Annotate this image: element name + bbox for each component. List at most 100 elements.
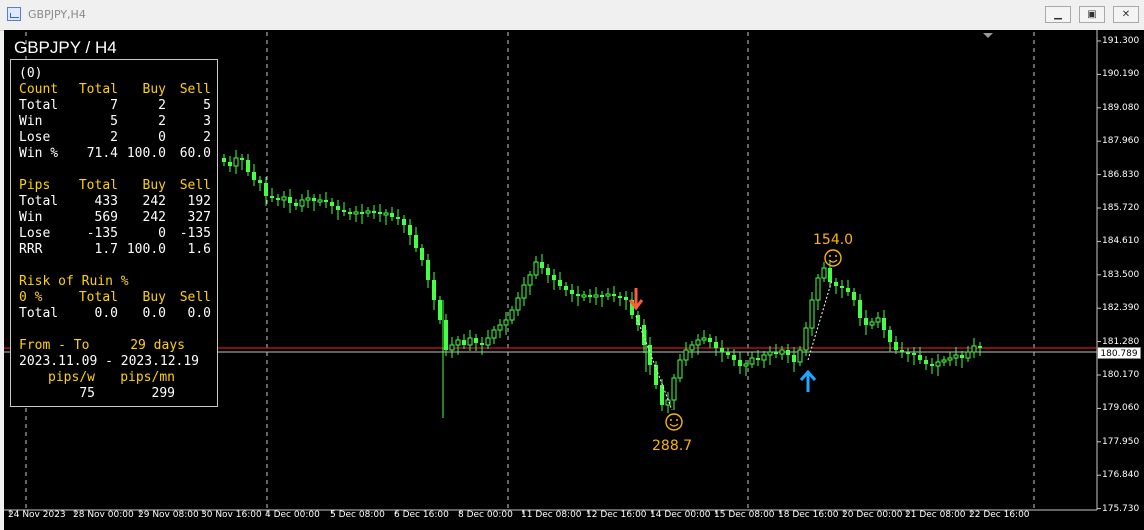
candle-body [497, 324, 503, 331]
risk-total-row: Total 0.0 0.0 0.0 [19, 306, 211, 321]
smiley-icon [665, 413, 683, 431]
candle-body [372, 211, 376, 213]
candle-body [852, 292, 856, 300]
stats-header: (0) [19, 66, 43, 81]
candle-body [912, 353, 916, 355]
candle-body [546, 268, 550, 275]
candle-body [761, 354, 767, 361]
candle-body [600, 295, 604, 297]
candle-body [875, 317, 881, 323]
candle-body [467, 337, 473, 346]
candle-body [552, 275, 556, 280]
candle-body [882, 318, 886, 330]
candle-body [720, 348, 724, 352]
price-axis-label: 179.060 [1102, 403, 1140, 414]
candle-body [348, 212, 352, 214]
candle-body [276, 198, 280, 200]
candle-body [408, 225, 412, 235]
pips-row: Win 569 242 327 [19, 210, 211, 225]
smiley-icon [828, 259, 838, 263]
price-axis-label: 186.830 [1102, 169, 1140, 180]
candle-body [288, 197, 292, 203]
candle-body [792, 355, 796, 362]
price-axis-label: 185.720 [1102, 203, 1140, 213]
time-axis-label: 11 Dec 08:00 [521, 510, 582, 520]
candle-body [317, 199, 323, 203]
sell-result-label: 288.7 [652, 438, 692, 454]
candle-body [240, 158, 244, 160]
candle-body [888, 330, 892, 342]
candle-body [558, 280, 562, 286]
pips-row: RRR 1.7 100.0 1.6 [19, 242, 211, 257]
candle-body [947, 357, 953, 361]
price-axis-label: 183.500 [1102, 269, 1140, 280]
candle-body [774, 352, 778, 354]
smiley-icon [829, 255, 831, 257]
count-row: Lose 2 0 2 [19, 130, 211, 145]
range-rate-labels: pips/w pips/mn [48, 370, 175, 385]
candle-body [420, 248, 424, 260]
candle-body [869, 321, 875, 326]
candle-body [930, 364, 934, 366]
candle-body [701, 337, 707, 341]
candle-body [281, 196, 287, 201]
candle-body [941, 359, 947, 363]
count-row: Win % 71.4 100.0 60.0 [19, 146, 211, 161]
candle-body [695, 339, 701, 346]
candle-body [444, 320, 448, 350]
range-rate-values: 75 299 [79, 386, 175, 401]
time-axis-label: 28 Nov 00:00 [73, 510, 134, 520]
pips-header-row: Pips Total Buy Sell [19, 178, 211, 193]
candle-body [821, 267, 827, 279]
smiley-icon [824, 249, 842, 267]
price-axis-label: 190.190 [1102, 69, 1140, 80]
candle-body [570, 290, 574, 294]
time-axis-label: 14 Dec 00:00 [650, 510, 711, 520]
price-axis-label: 182.390 [1102, 303, 1140, 314]
time-axis-label: 30 Nov 16:00 [201, 510, 262, 520]
candle-body [527, 274, 533, 286]
candle-body [612, 294, 616, 296]
smiley-icon [670, 419, 672, 421]
candle-body [708, 338, 712, 342]
candle-body [515, 297, 521, 311]
candle-body [900, 350, 904, 352]
candle-body [786, 350, 790, 355]
candle-body [474, 338, 478, 343]
price-axis-label: 175.730 [1102, 503, 1140, 514]
candle-body [756, 358, 760, 360]
candle-body [564, 286, 568, 290]
candle-body [683, 349, 689, 361]
candle-body [978, 346, 982, 348]
candle-body [960, 355, 964, 358]
candle-body [228, 162, 232, 166]
smiley-icon [669, 423, 679, 427]
candle-body [605, 293, 611, 297]
candle-body [738, 360, 742, 366]
candle-body [654, 365, 658, 385]
candle-body [312, 198, 316, 201]
candle-body [222, 158, 226, 162]
candle-body [834, 282, 838, 286]
time-axis-label: 6 Dec 16:00 [394, 510, 449, 520]
candle-body [270, 196, 274, 198]
candle-body [491, 329, 497, 339]
candle-body [743, 363, 749, 367]
time-axis-label: 12 Dec 16:00 [586, 510, 647, 520]
candle-body [365, 210, 371, 214]
smiley-icon [676, 419, 678, 421]
candle-body [749, 357, 755, 365]
candle-body [906, 352, 910, 354]
candle-body [581, 294, 587, 298]
candle-body [965, 351, 971, 359]
candle-body [533, 261, 539, 276]
time-axis-label: 18 Dec 16:00 [778, 510, 839, 520]
price-axis-label: 187.960 [1102, 136, 1140, 147]
candle-body [246, 160, 250, 172]
time-axis-label: 15 Dec 08:00 [714, 510, 775, 520]
candle-body [324, 200, 328, 202]
candle-body [767, 351, 773, 356]
pips-row: Lose -135 0 -135 [19, 226, 211, 241]
candle-body [503, 319, 509, 326]
candle-body [521, 284, 527, 299]
